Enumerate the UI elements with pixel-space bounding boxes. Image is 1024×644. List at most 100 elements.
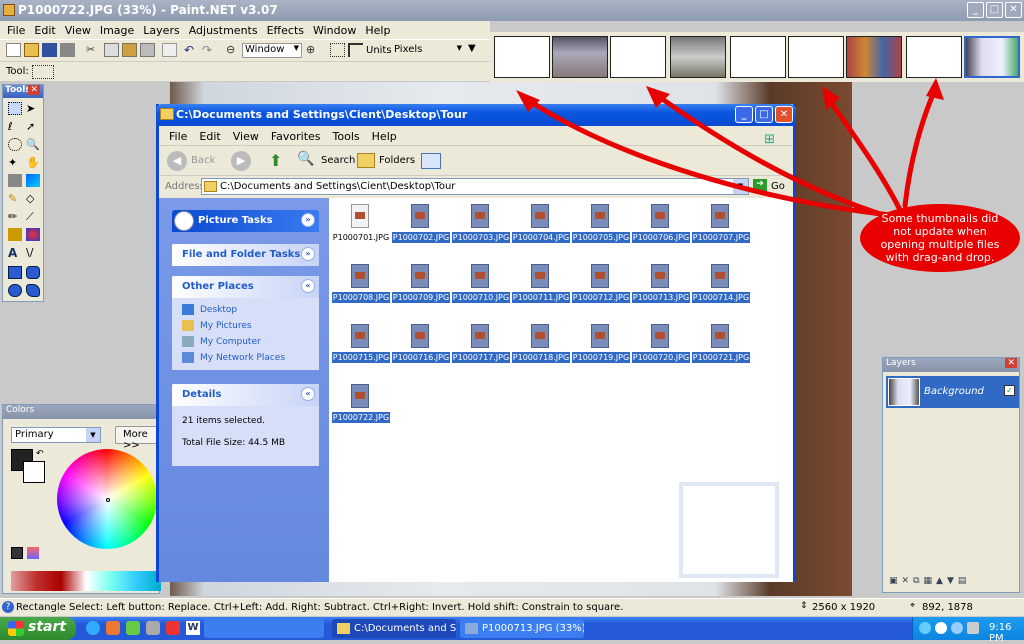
menu-adjustments[interactable]: Adjustments: [186, 21, 264, 39]
cut-icon[interactable]: ✂: [86, 43, 101, 57]
minimize-button[interactable]: _: [967, 2, 984, 18]
print-icon[interactable]: [60, 43, 75, 57]
image-thumbnail[interactable]: [670, 36, 726, 78]
file-item[interactable]: P1000709.JPG: [391, 264, 451, 322]
media-icon[interactable]: [106, 621, 120, 635]
rulers-icon[interactable]: [348, 43, 363, 57]
image-thumbnail[interactable]: [494, 36, 550, 78]
new-icon[interactable]: [6, 43, 21, 57]
more-colors-button[interactable]: More >>: [115, 426, 161, 451]
units-select[interactable]: Pixels ▼: [392, 43, 464, 58]
copy-icon[interactable]: [104, 43, 119, 57]
file-item[interactable]: P1000719.JPG: [571, 324, 631, 382]
grid-icon[interactable]: [330, 43, 345, 57]
reset-colors-icon[interactable]: [11, 547, 23, 559]
file-item[interactable]: P1000718.JPG: [511, 324, 571, 382]
up-folder-icon[interactable]: ⬆: [269, 151, 287, 171]
tray-icon[interactable]: [951, 622, 963, 634]
recolor-icon[interactable]: [26, 228, 40, 241]
image-thumbnail[interactable]: [552, 36, 608, 78]
file-folder-tasks-expand-icon[interactable]: »: [301, 247, 315, 261]
file-item[interactable]: P1000703.JPG: [451, 204, 511, 262]
eraser-icon[interactable]: ◇: [26, 192, 40, 205]
explorer-maximize-button[interactable]: □: [755, 106, 773, 123]
explorer-menu-help[interactable]: Help: [368, 126, 405, 145]
undo-icon[interactable]: ↶: [184, 43, 199, 57]
file-folder-tasks-header[interactable]: File and Folder Tasks»: [172, 244, 319, 266]
go-button-label[interactable]: Go: [771, 181, 785, 192]
add-layer-icon[interactable]: ▣: [889, 576, 898, 590]
file-item[interactable]: P1000721.JPG: [691, 324, 751, 382]
file-item[interactable]: P1000707.JPG: [691, 204, 751, 262]
palette-menu-icon[interactable]: [27, 547, 39, 559]
move-layer-up-icon[interactable]: ▲: [936, 576, 943, 590]
redo-icon[interactable]: ↷: [202, 43, 217, 57]
ellipse-icon[interactable]: [8, 284, 22, 297]
file-item[interactable]: P1000705.JPG: [571, 204, 631, 262]
crop-icon[interactable]: [140, 43, 155, 57]
file-item[interactable]: P1000714.JPG: [691, 264, 751, 322]
merge-layer-icon[interactable]: ▦: [924, 576, 933, 590]
pan-icon[interactable]: ✋: [26, 156, 40, 169]
address-input[interactable]: C:\Documents and Settings\Cient\Desktop\…: [201, 178, 749, 195]
pencil-icon[interactable]: ✏: [8, 210, 22, 223]
search-icon[interactable]: 🔍: [297, 151, 317, 171]
zoom-icon[interactable]: 🔍: [26, 138, 40, 151]
task-button-blurred[interactable]: [204, 619, 324, 638]
back-arrow-icon[interactable]: ◀: [167, 151, 187, 171]
layer-properties-icon[interactable]: ▤: [958, 576, 967, 590]
open-icon[interactable]: [24, 43, 39, 57]
file-folder-tasks-panel[interactable]: File and Folder Tasks»: [172, 244, 319, 266]
image-thumbnail[interactable]: [788, 36, 844, 78]
picture-tasks-expand-icon[interactable]: »: [301, 213, 315, 227]
color-mode-select[interactable]: Primary ▼: [11, 427, 101, 443]
start-button[interactable]: start: [0, 617, 76, 640]
menu-image[interactable]: Image: [97, 21, 140, 39]
word-icon[interactable]: W: [186, 621, 200, 635]
file-item[interactable]: P1000716.JPG: [391, 324, 451, 382]
menu-help[interactable]: Help: [362, 21, 396, 39]
zoom-out-icon[interactable]: ⊖: [226, 43, 241, 57]
file-item[interactable]: P1000701.JPG: [331, 204, 391, 262]
quick-launch-icon[interactable]: [146, 621, 160, 635]
image-thumbnail[interactable]: [846, 36, 902, 78]
other-places-header[interactable]: Other Places «: [172, 276, 319, 298]
close-button[interactable]: ✕: [1005, 2, 1022, 18]
rectangle-icon[interactable]: [8, 266, 22, 279]
quick-launch-icon[interactable]: [126, 621, 140, 635]
menu-window[interactable]: Window: [310, 21, 362, 39]
zoom-mode-select[interactable]: Window ▼: [242, 43, 302, 58]
layer-row-background[interactable]: Background ✓: [886, 376, 1019, 408]
menu-effects[interactable]: Effects: [264, 21, 310, 39]
image-thumbnail[interactable]: [610, 36, 666, 78]
explorer-menu-favorites[interactable]: Favorites: [267, 126, 329, 145]
go-arrow-icon[interactable]: ➔: [753, 179, 767, 193]
paste-icon[interactable]: [122, 43, 137, 57]
menu-layers[interactable]: Layers: [140, 21, 185, 39]
line-curve-icon[interactable]: \/: [26, 246, 40, 259]
toolbar-overflow-icon[interactable]: ▼: [468, 43, 483, 57]
zoom-in-icon[interactable]: ⊕: [306, 43, 321, 57]
quick-launch-icon[interactable]: [166, 621, 180, 635]
file-item[interactable]: P1000706.JPG: [631, 204, 691, 262]
file-item[interactable]: P1000710.JPG: [451, 264, 511, 322]
picture-tasks-panel[interactable]: Picture Tasks »: [172, 210, 319, 232]
gradient-icon[interactable]: [26, 174, 40, 187]
place-my-network-places[interactable]: My Network Places: [200, 353, 285, 363]
search-button-label[interactable]: Search: [321, 155, 355, 166]
folders-button-label[interactable]: Folders: [379, 155, 415, 166]
image-thumbnail[interactable]: [906, 36, 962, 78]
rectangle-select-icon[interactable]: [8, 102, 22, 115]
tray-icon[interactable]: [935, 622, 947, 634]
volume-icon[interactable]: [967, 622, 979, 634]
image-thumbnail[interactable]: [730, 36, 786, 78]
lasso-select-icon[interactable]: ℓ: [8, 120, 22, 133]
task-button-paintnet[interactable]: P1000713.JPG (33%)...: [460, 619, 584, 638]
file-item[interactable]: P1000711.JPG: [511, 264, 571, 322]
place-my-pictures[interactable]: My Pictures: [200, 321, 252, 331]
menu-view[interactable]: View: [62, 21, 97, 39]
explorer-menu-file[interactable]: File: [165, 126, 195, 145]
explorer-menu-tools[interactable]: Tools: [329, 126, 368, 145]
ellipse-select-icon[interactable]: [8, 138, 22, 151]
save-icon[interactable]: [42, 43, 57, 57]
